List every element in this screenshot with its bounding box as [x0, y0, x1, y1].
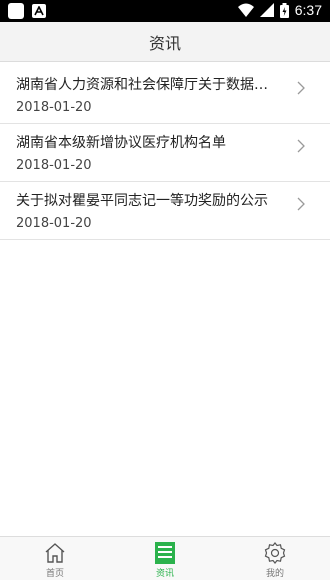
news-title: 湖南省本级新增协议医疗机构名单 [16, 135, 226, 151]
status-bar: 6:37 [0, 0, 330, 22]
news-icon [155, 542, 175, 564]
signal-icon [259, 3, 274, 17]
bottom-tab-bar: 首页 资讯 我的 [0, 536, 330, 580]
status-time: 6:37 [294, 2, 322, 18]
chevron-right-icon [297, 81, 305, 95]
status-right: 6:37 [237, 2, 322, 18]
news-title: 湖南省人力资源和社会保障厅关于数据… [16, 77, 268, 93]
news-title: 关于拟对瞿晏平同志记一等功奖励的公示 [16, 193, 268, 209]
chevron-right-icon [297, 139, 305, 153]
news-item[interactable]: 关于拟对瞿晏平同志记一等功奖励的公示 2018-01-20 [0, 182, 330, 240]
news-item[interactable]: 湖南省人力资源和社会保障厅关于数据… 2018-01-20 [0, 66, 330, 124]
gear-icon [264, 542, 286, 564]
battery-icon [279, 2, 289, 18]
tab-home[interactable]: 首页 [0, 537, 110, 580]
page-title: 资讯 [148, 33, 181, 53]
news-date: 2018-01-20 [16, 100, 92, 115]
android-icon [32, 4, 46, 18]
chevron-right-icon [297, 197, 305, 211]
app-header: 资讯 [0, 22, 330, 62]
news-item[interactable]: 湖南省本级新增协议医疗机构名单 2018-01-20 [0, 124, 330, 182]
notification-icon [8, 3, 24, 19]
tab-me[interactable]: 我的 [220, 537, 330, 580]
tab-home-label: 首页 [45, 569, 64, 579]
news-date: 2018-01-20 [16, 158, 92, 173]
tab-news-label: 资讯 [155, 569, 174, 579]
wifi-icon [237, 3, 254, 17]
tab-news[interactable]: 资讯 [110, 537, 220, 580]
status-left [8, 3, 46, 19]
news-list: 湖南省人力资源和社会保障厅关于数据… 2018-01-20 湖南省本级新增协议医… [0, 62, 330, 240]
content-area[interactable]: 湖南省人力资源和社会保障厅关于数据… 2018-01-20 湖南省本级新增协议医… [0, 62, 330, 536]
news-date: 2018-01-20 [16, 216, 92, 231]
tab-me-label: 我的 [265, 569, 284, 579]
home-icon [45, 543, 65, 563]
